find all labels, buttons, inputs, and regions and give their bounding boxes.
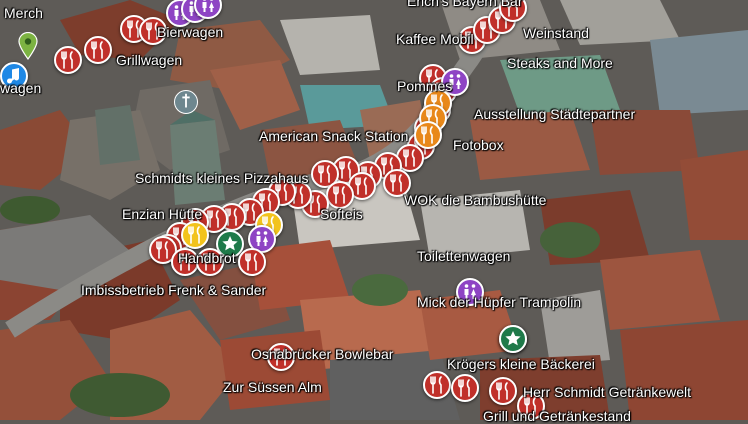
poi-label[interactable]: Merch	[4, 5, 43, 21]
restaurant-marker[interactable]	[414, 121, 442, 149]
poi-label[interactable]: Erich's Bayern Bar	[407, 0, 523, 9]
poi-label[interactable]: Schmidts kleines Pizzahaus	[135, 170, 309, 186]
poi-label[interactable]: Fotobox	[453, 137, 504, 153]
restroom-marker[interactable]	[194, 0, 222, 19]
poi-label[interactable]: Ausstellung Städtepartner	[474, 106, 635, 122]
tree-cluster	[540, 222, 600, 258]
restaurant-marker[interactable]	[238, 248, 266, 276]
poi-label[interactable]: Pommes	[397, 78, 452, 94]
restaurant-marker[interactable]	[423, 371, 451, 399]
poi-label[interactable]: Handbrot	[178, 250, 236, 266]
poi-label[interactable]: Kaffee Mobil	[396, 31, 474, 47]
poi-label[interactable]: WOK die Bambushütte	[404, 192, 546, 208]
poi-label[interactable]: Mick der Hüpfer Trampolin	[417, 294, 581, 310]
poi-label[interactable]: Osnabrücker Bowlebar	[251, 346, 393, 362]
restaurant-marker[interactable]	[181, 221, 209, 249]
tree-cluster	[352, 274, 408, 306]
poi-label[interactable]: Toilettenwagen	[417, 248, 510, 264]
star-marker[interactable]	[499, 325, 527, 353]
restaurant-marker[interactable]	[489, 377, 517, 405]
poi-label[interactable]: wagen	[0, 80, 50, 96]
tree-cluster	[70, 373, 170, 417]
restaurant-marker[interactable]	[84, 36, 112, 64]
poi-label[interactable]: Krögers kleine Bäckerei	[447, 356, 595, 372]
poi-label[interactable]: Grill und Getränkestand	[483, 408, 631, 424]
poi-label[interactable]: Enzian Hütte	[122, 206, 202, 222]
map-pin-icon[interactable]	[18, 31, 38, 61]
poi-label[interactable]: Steaks and More	[507, 55, 613, 71]
restaurant-marker[interactable]	[451, 374, 479, 402]
tree-cluster	[0, 196, 60, 224]
poi-label[interactable]: Weinstand	[523, 25, 589, 41]
poi-label[interactable]: Softeis	[320, 206, 363, 222]
aerial-map-view[interactable]: Merch wagen Grillwagen Bierwagen Erich's Bay…	[0, 0, 748, 424]
poi-label[interactable]: Grillwagen	[116, 52, 182, 68]
poi-label[interactable]: Bierwagen	[157, 24, 223, 40]
restaurant-marker[interactable]	[54, 46, 82, 74]
church-icon	[174, 90, 198, 114]
poi-label[interactable]: Herr Schmidt Getränkewelt	[523, 384, 691, 400]
poi-label[interactable]: Imbissbetrieb Frenk & Sander	[81, 282, 266, 298]
restaurant-marker[interactable]	[326, 181, 354, 209]
poi-label[interactable]: Zur Süssen Alm	[223, 379, 322, 395]
poi-label[interactable]: American Snack Station	[259, 128, 408, 144]
